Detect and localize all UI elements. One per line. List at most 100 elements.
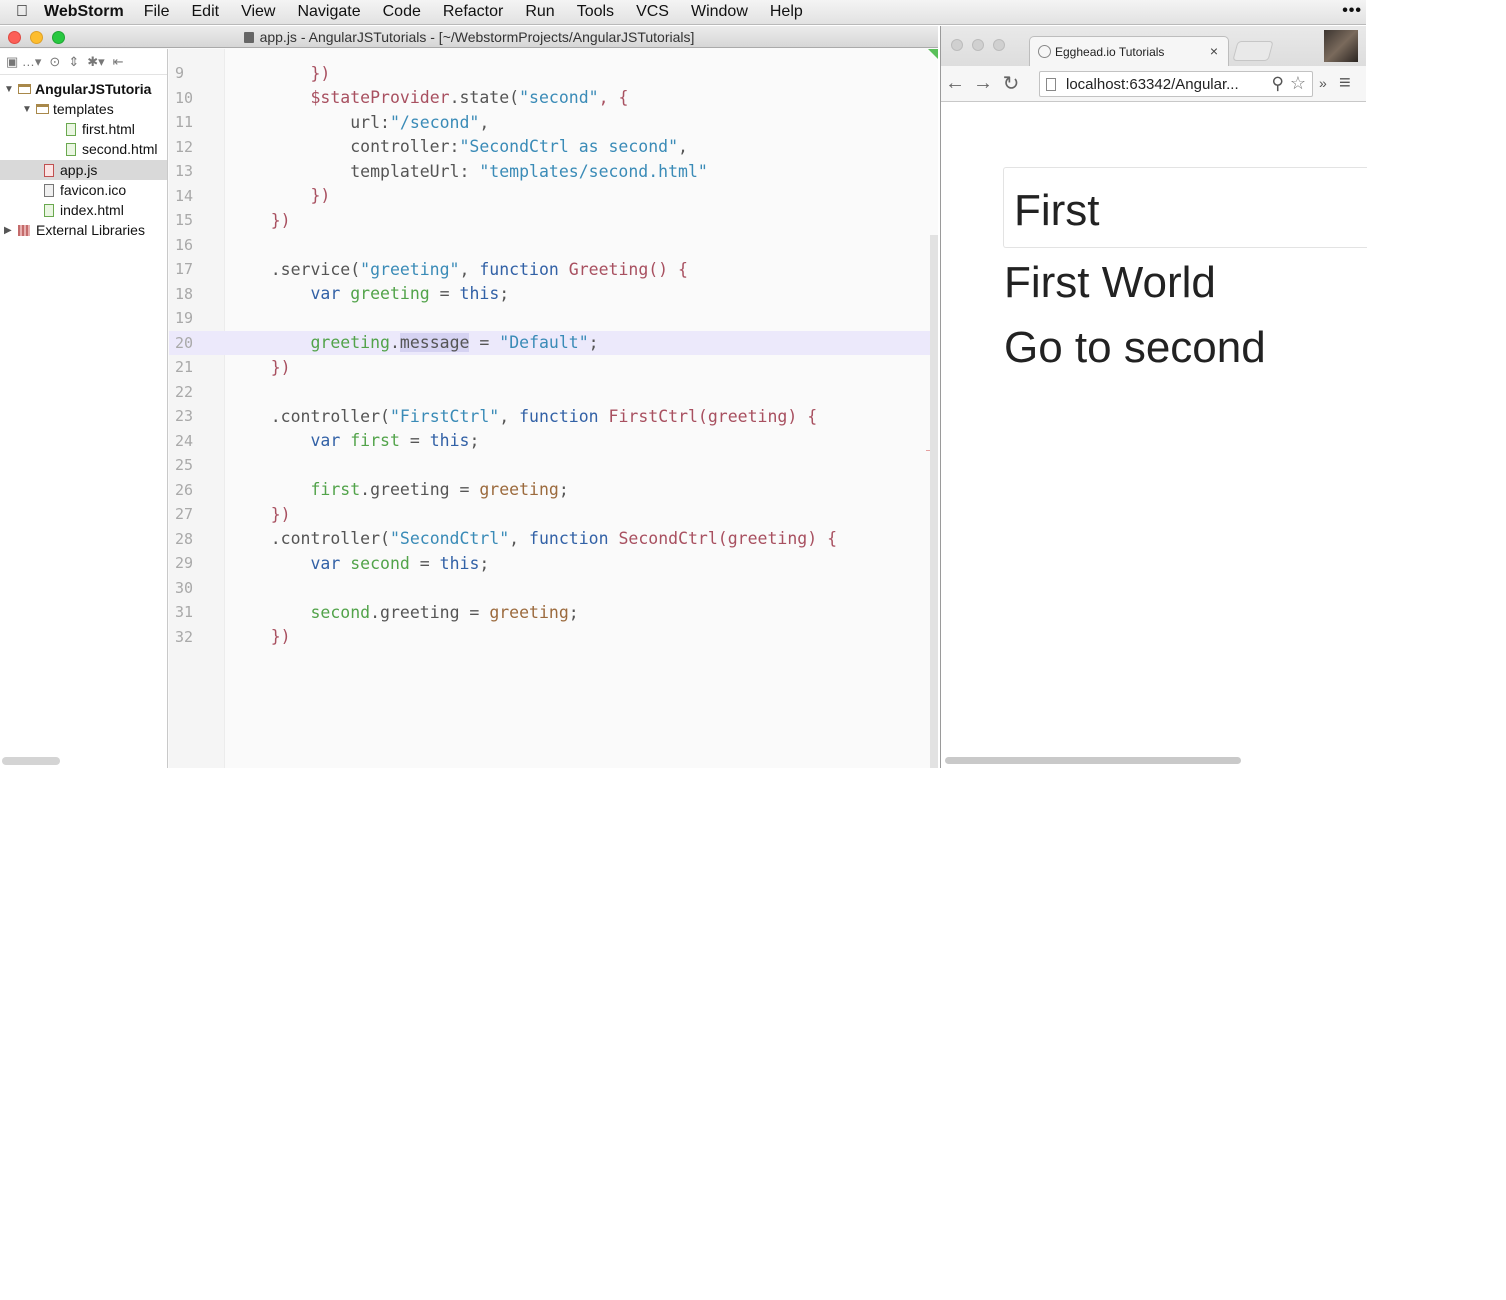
- expanded-arrow-icon[interactable]: ▼: [22, 104, 32, 115]
- go-to-second-link[interactable]: Go to second: [1004, 323, 1266, 373]
- code-text: controller:"SecondCtrl as second",: [231, 137, 688, 156]
- code-line[interactable]: 32 }): [169, 625, 938, 650]
- collapse-all-icon[interactable]: ⇕: [68, 54, 79, 70]
- browser-minimize-button[interactable]: [972, 39, 984, 51]
- zoom-window-button[interactable]: [52, 31, 65, 44]
- browser-zoom-button[interactable]: [993, 39, 1005, 51]
- menu-view[interactable]: View: [241, 3, 275, 21]
- app-menu-webstorm[interactable]: WebStorm: [44, 3, 124, 21]
- reload-icon[interactable]: ↻: [997, 71, 1025, 96]
- hide-panel-icon[interactable]: ⇤: [113, 54, 124, 70]
- menu-run[interactable]: Run: [525, 3, 554, 21]
- code-line[interactable]: 31 second.greeting = greeting;: [169, 600, 938, 625]
- zoom-magnifier-icon[interactable]: ⚲: [1272, 74, 1284, 94]
- code-text: var first = this;: [231, 431, 479, 450]
- profile-avatar[interactable]: [1324, 30, 1358, 62]
- menu-refactor[interactable]: Refactor: [443, 3, 503, 21]
- code-line[interactable]: 30: [169, 576, 938, 601]
- code-line[interactable]: 9 }): [169, 61, 938, 86]
- code-line[interactable]: 28 .controller("SecondCtrl", function Se…: [169, 527, 938, 552]
- code-line[interactable]: 23 .controller("FirstCtrl", function Fir…: [169, 404, 938, 429]
- gear-icon[interactable]: ✱▾: [87, 54, 104, 70]
- menu-file[interactable]: File: [144, 3, 170, 21]
- code-line[interactable]: 27 }): [169, 502, 938, 527]
- menu-window[interactable]: Window: [691, 3, 748, 21]
- menu-edit[interactable]: Edit: [192, 3, 220, 21]
- code-token: function: [479, 259, 559, 279]
- code-line[interactable]: 20 greeting.message = "Default";: [169, 330, 938, 355]
- tree-item-templates[interactable]: ▼ templates: [0, 99, 167, 119]
- project-horizontal-scrollbar[interactable]: [2, 757, 60, 765]
- expanded-arrow-icon[interactable]: ▼: [4, 84, 14, 95]
- code-line[interactable]: 14 }): [169, 184, 938, 209]
- browser-horizontal-scrollbar[interactable]: [945, 757, 1241, 764]
- code-token: , {: [598, 88, 629, 108]
- tree-item-favicon-ico[interactable]: favicon.ico: [0, 180, 167, 200]
- url-text[interactable]: localhost:63342/Angular...: [1066, 76, 1239, 93]
- ide-title: app.js - AngularJSTutorials - [~/Webstor…: [243, 29, 694, 45]
- line-number: 16: [175, 235, 194, 254]
- close-window-button[interactable]: [8, 31, 21, 44]
- code-text: var greeting = this;: [231, 284, 509, 303]
- tree-item-index-html[interactable]: index.html: [0, 200, 167, 220]
- forward-arrow-icon[interactable]: →: [969, 72, 997, 95]
- code-line[interactable]: 15 }): [169, 208, 938, 233]
- tree-item-external-libraries[interactable]: ▶ External Libraries: [0, 220, 167, 240]
- menubar-overflow-icon[interactable]: •••: [1342, 2, 1362, 20]
- code-editor[interactable]: 9 }) 10 $stateProvider.state("second", {1…: [169, 49, 938, 768]
- browser-menu-icon[interactable]: ≡: [1339, 72, 1351, 95]
- new-tab-button[interactable]: [1232, 41, 1274, 61]
- browser-tab[interactable]: Egghead.io Tutorials ×: [1029, 36, 1229, 66]
- minimize-window-button[interactable]: [30, 31, 43, 44]
- code-line[interactable]: 21 }): [169, 355, 938, 380]
- extensions-overflow-icon[interactable]: »: [1319, 75, 1327, 91]
- code-token: ;: [588, 333, 599, 353]
- code-line[interactable]: 10 $stateProvider.state("second", {: [169, 86, 938, 111]
- menu-tools[interactable]: Tools: [577, 3, 614, 21]
- browser-close-button[interactable]: [951, 39, 963, 51]
- code-line[interactable]: 18 var greeting = this;: [169, 282, 938, 307]
- code-token: message: [399, 333, 470, 353]
- editor-vertical-scrollbar[interactable]: [930, 235, 938, 768]
- menu-help[interactable]: Help: [770, 3, 803, 21]
- code-token: var: [310, 553, 341, 573]
- code-line[interactable]: 13 templateUrl: "templates/second.html": [169, 159, 938, 184]
- menu-code[interactable]: Code: [383, 3, 421, 21]
- code-line[interactable]: 11 url:"/second",: [169, 110, 938, 135]
- code-line-partial[interactable]: [169, 49, 938, 62]
- code-line[interactable]: 19: [169, 306, 938, 331]
- code-line[interactable]: 29 var second = this;: [169, 551, 938, 576]
- menu-navigate[interactable]: Navigate: [297, 3, 360, 21]
- code-line[interactable]: 22: [169, 380, 938, 405]
- code-line[interactable]: 24 var first = this;: [169, 429, 938, 454]
- back-arrow-icon[interactable]: ←: [941, 72, 969, 95]
- close-tab-icon[interactable]: ×: [1210, 43, 1218, 59]
- page-icon: [1046, 77, 1056, 91]
- tree-item-label: External Libraries: [36, 222, 145, 238]
- tree-item-first-html[interactable]: first.html: [0, 119, 167, 139]
- code-line[interactable]: 16: [169, 233, 938, 258]
- code-line[interactable]: 17 .service("greeting", function Greetin…: [169, 257, 938, 282]
- code-token: "second": [519, 88, 599, 108]
- code-token: "greeting": [360, 259, 460, 279]
- code-area[interactable]: 9 }) 10 $stateProvider.state("second", {1…: [169, 49, 938, 768]
- code-line[interactable]: 26 first.greeting = greeting;: [169, 478, 938, 503]
- code-line[interactable]: 25: [169, 453, 938, 478]
- tree-item-second-html[interactable]: second.html: [0, 139, 167, 159]
- code-token: first: [310, 480, 361, 500]
- apple-icon[interactable]: : [0, 3, 44, 21]
- tree-item-angularjstutoria[interactable]: ▼ AngularJSTutoria: [0, 79, 167, 99]
- tree-item-app-js[interactable]: app.js: [0, 160, 167, 180]
- scroll-from-source-icon[interactable]: ⊙: [49, 54, 60, 70]
- menu-vcs[interactable]: VCS: [636, 3, 669, 21]
- navbar-brand[interactable]: First: [1014, 186, 1100, 236]
- tab-title: Egghead.io Tutorials: [1055, 44, 1165, 59]
- code-text: }): [231, 211, 291, 230]
- collapsed-arrow-icon[interactable]: ▶: [4, 225, 14, 236]
- bookmark-star-icon[interactable]: ☆: [1290, 73, 1306, 94]
- code-line[interactable]: 12 controller:"SecondCtrl as second",: [169, 135, 938, 160]
- project-view-dropdown-icon[interactable]: ▣ …▾: [6, 54, 41, 70]
- address-bar[interactable]: localhost:63342/Angular... ⚲ ☆: [1039, 71, 1313, 97]
- inspection-ok-icon: [928, 49, 938, 59]
